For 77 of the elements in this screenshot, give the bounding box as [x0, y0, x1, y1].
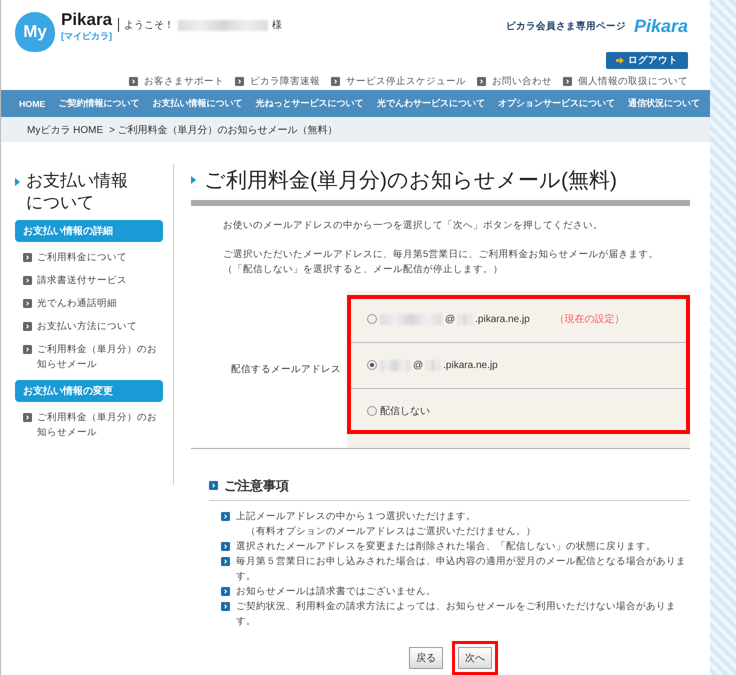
bullet-icon	[235, 77, 244, 86]
email-domain: .pikara.ne.jp	[475, 314, 530, 325]
breadcrumb-link[interactable]: Myピカラ HOME	[27, 122, 104, 136]
instruction-text: お使いのメールアドレスの中から一つを選択して「次へ」ボタンを押してください。	[223, 218, 604, 233]
page-title: ご利用料金(単月分)のお知らせメール(無料)	[204, 168, 617, 194]
sidebar-heading: お支払い情報の詳細	[15, 220, 163, 242]
note-text: お知らせメールは請求書ではございません。	[236, 584, 436, 599]
radio-button[interactable]	[367, 406, 377, 416]
bullet-icon	[23, 276, 32, 285]
bullet-icon	[221, 586, 230, 596]
radio-button[interactable]	[367, 314, 377, 324]
email-at: @	[445, 314, 456, 325]
logo-name: Pikara	[61, 10, 112, 30]
welcome-text: ようこそ！	[124, 19, 174, 32]
form-button[interactable]: 次へ	[458, 646, 492, 669]
sidebar-link[interactable]: ご利用料金（単月分）のお知らせメール	[37, 410, 163, 440]
nav-link[interactable]: オプションサービスについて	[498, 98, 615, 110]
bullet-icon	[221, 512, 230, 521]
redacted-text	[380, 314, 442, 325]
sidebar-link[interactable]: ご利用料金について	[37, 250, 127, 265]
email-at: @	[413, 360, 424, 371]
instruction-text: ご選択いただいたメールアドレスに、毎月第5営業日に、ご利用料金お知らせメールが届きます。	[223, 248, 658, 260]
brand-logo: Pikara	[634, 16, 688, 37]
form-button[interactable]: 戻る	[409, 646, 443, 669]
redacted-text	[380, 360, 410, 371]
note-text: 毎月第５営業日にお申し込みされた場合は、申込内容の適用が翌月のメール配信となる場合があります。	[236, 554, 687, 584]
bullet-icon	[221, 602, 230, 611]
sidebar-link[interactable]: お支払い方法について	[37, 318, 137, 334]
logout-button[interactable]: ログアウト	[606, 52, 688, 69]
bullet-icon	[221, 542, 230, 551]
current-setting-note: （現在の設定）	[554, 312, 625, 326]
bullet-icon	[23, 344, 32, 354]
bullet-icon	[331, 77, 340, 86]
field-label: 配信するメールアドレス	[230, 362, 342, 377]
bullet-icon	[477, 77, 486, 86]
sidebar-title: お支払い情報について	[26, 170, 129, 214]
sidebar-link[interactable]: 光でんわ通話明細	[37, 296, 117, 311]
triangle-icon	[191, 176, 196, 184]
notes-heading: ご注意事項	[224, 476, 289, 495]
triangle-icon	[15, 178, 20, 186]
utility-link[interactable]: お問い合わせ	[477, 75, 552, 88]
nav-link[interactable]: 光ねっとサービスについて	[256, 98, 364, 110]
nav-link[interactable]: 光でんわサービスについて	[376, 98, 485, 110]
redacted-text	[458, 314, 472, 325]
logo-subtitle: [マイピカラ]	[61, 30, 112, 43]
nav-link[interactable]: ご契約情報について	[58, 98, 140, 110]
bullet-icon	[23, 252, 32, 262]
bullet-icon	[129, 77, 138, 86]
member-page-label: ピカラ会員さま専用ページ	[506, 20, 626, 33]
utility-link[interactable]: お客さまサポート	[129, 75, 224, 88]
email-domain: .pikara.ne.jp	[443, 360, 498, 371]
arrow-icon	[616, 57, 624, 64]
sidebar-heading: お支払い情報の変更	[15, 380, 163, 402]
bullet-icon	[209, 481, 218, 490]
nav-link[interactable]: 通信状況について	[628, 98, 700, 110]
bullet-icon	[23, 412, 32, 422]
utility-link[interactable]: サービス停止スケジュール	[331, 75, 466, 88]
instruction-text: （「配信しない」を選択すると、メール配信が停止します。）	[223, 264, 503, 275]
option-label: 配信しない	[380, 405, 430, 418]
note-text: 選択されたメールアドレスを変更または削除された場合、「配信しない」の状態に戻ります。	[236, 540, 656, 554]
nav-link[interactable]: HOME	[19, 98, 46, 109]
sidebar-link[interactable]: 請求書送付サービス	[37, 272, 127, 288]
bullet-icon	[563, 77, 572, 86]
utility-link[interactable]: 個人情報の取扱について	[563, 75, 688, 88]
note-text: 上記メールアドレスの中から１つ選択いただけます。 （有料オプションのメールアドレスはご選択いただけません。）	[236, 510, 536, 539]
bullet-icon	[23, 322, 32, 331]
bullet-icon	[221, 556, 230, 566]
bullet-icon	[23, 298, 32, 308]
breadcrumb-current: > ご利用料金（単月分）のお知らせメール（無料）	[109, 124, 338, 136]
sidebar-link[interactable]: ご利用料金（単月分）のお知らせメール	[37, 342, 163, 372]
nav-link[interactable]: お支払い情報について	[152, 98, 243, 110]
redacted-text	[426, 360, 440, 371]
logo-badge: My	[15, 12, 55, 52]
honorific-text: 様	[272, 18, 282, 32]
radio-button[interactable]	[367, 360, 377, 370]
note-text: ご契約状況、利用料金の請求方法によっては、お知らせメールをご利用いただけない場合があります。	[236, 600, 677, 629]
utility-link[interactable]: ピカラ障害速報	[235, 75, 320, 88]
